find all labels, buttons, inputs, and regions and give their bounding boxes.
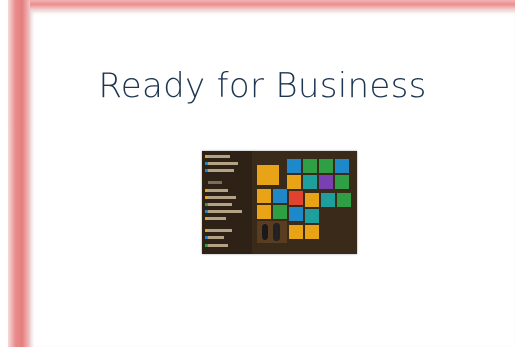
tile — [257, 189, 271, 203]
tile — [335, 175, 349, 189]
tile — [305, 209, 319, 223]
frame-top-border — [10, 0, 515, 10]
tile — [319, 175, 333, 189]
tile — [287, 175, 301, 189]
start-menu-app-list — [202, 151, 252, 254]
tile — [321, 193, 335, 207]
slide-card: Ready for Business — [30, 10, 515, 347]
start-menu-screenshot-thumbnail — [202, 151, 357, 254]
tile — [305, 225, 319, 239]
tile — [289, 191, 303, 205]
tile — [303, 159, 317, 173]
tile — [273, 205, 287, 219]
tile — [262, 224, 268, 240]
tile — [305, 193, 319, 207]
tile — [289, 207, 303, 221]
tile — [335, 159, 349, 173]
tile — [287, 159, 301, 173]
tile — [319, 159, 333, 173]
frame-left-border — [8, 0, 30, 347]
tile — [337, 193, 351, 207]
tile — [289, 225, 303, 239]
tile — [303, 175, 317, 189]
tile — [257, 205, 271, 219]
tile — [273, 189, 287, 203]
tile — [273, 223, 280, 241]
tile — [257, 165, 279, 185]
slide-title: Ready for Business — [98, 66, 427, 106]
